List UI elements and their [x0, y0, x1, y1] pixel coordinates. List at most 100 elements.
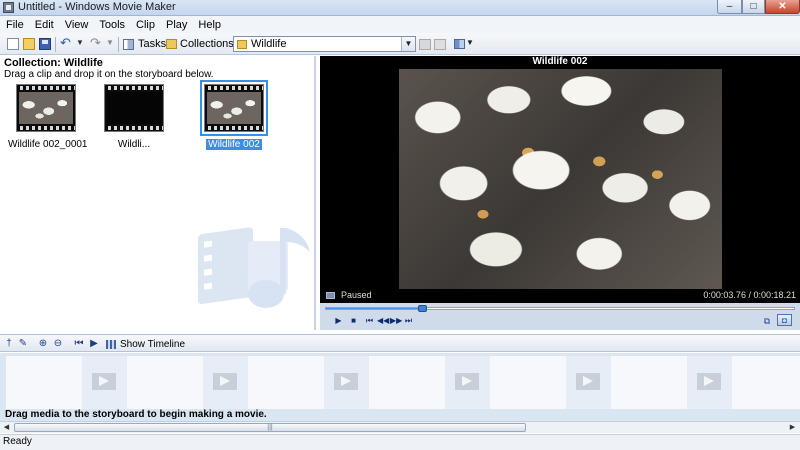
- play-icon[interactable]: ▶: [333, 316, 344, 326]
- narrate-timeline-icon[interactable]: †: [3, 338, 15, 350]
- menu-edit[interactable]: Edit: [35, 19, 54, 31]
- save-project-icon[interactable]: [39, 38, 51, 50]
- preview-monitor: Wildlife 002 Paused 0:00:03.76 / 0:00:18…: [320, 56, 800, 330]
- transition-arrow-icon: [213, 373, 237, 390]
- menu-help[interactable]: Help: [198, 19, 221, 31]
- collections-label: Collections: [180, 38, 234, 50]
- undo-dropdown-icon[interactable]: ▼: [76, 38, 84, 50]
- storyboard-slot[interactable]: [248, 356, 324, 409]
- collection-pane: Collection: Wildlife Drag a clip and dro…: [0, 56, 316, 330]
- views-dropdown-icon[interactable]: ▼: [466, 38, 474, 47]
- film-sprocket: [205, 86, 263, 90]
- clip-label[interactable]: Wildli...: [116, 139, 152, 150]
- transition-slot[interactable]: [566, 356, 611, 409]
- clip-thumbnail[interactable]: [104, 84, 164, 132]
- storyboard-hint: Drag media to the storyboard to begin ma…: [0, 409, 800, 421]
- menu-file[interactable]: File: [6, 19, 24, 31]
- video-screen: [320, 69, 800, 289]
- transition-arrow-icon: [92, 373, 116, 390]
- clip-thumbnail[interactable]: [200, 80, 268, 136]
- storyboard-slot[interactable]: [490, 356, 566, 409]
- menu-view[interactable]: View: [65, 19, 89, 31]
- undo-icon[interactable]: ↶: [60, 36, 74, 50]
- storyboard-slot[interactable]: [611, 356, 687, 409]
- movie-maker-app-icon[interactable]: [3, 2, 14, 13]
- show-timeline-label: Show Timeline: [120, 338, 186, 350]
- tasks-pane-icon: [123, 38, 134, 50]
- fast-forward-icon[interactable]: ▶▶: [390, 316, 402, 326]
- menu-clip[interactable]: Clip: [136, 19, 155, 31]
- next-frame-icon[interactable]: ⏭: [403, 316, 414, 326]
- title-bar: Untitled - Windows Movie Maker – □ ✕: [0, 0, 800, 16]
- maximize-button[interactable]: □: [742, 0, 765, 14]
- show-timeline-button[interactable]: Show Timeline: [106, 337, 185, 351]
- seek-bar[interactable]: [325, 305, 795, 312]
- minimize-button[interactable]: –: [717, 0, 742, 14]
- storyboard-slot[interactable]: [732, 356, 800, 409]
- chevron-down-icon[interactable]: ▼: [401, 37, 415, 51]
- collection-hint: Drag a clip and drop it on the storyboar…: [4, 69, 214, 80]
- rewind-icon[interactable]: ◀◀: [377, 316, 389, 326]
- playback-status-text: Paused: [341, 290, 372, 300]
- collection-select-value: Wildlife: [251, 38, 287, 50]
- new-project-icon[interactable]: [7, 38, 19, 50]
- transition-slot[interactable]: [203, 356, 248, 409]
- zoom-in-icon[interactable]: ⊕: [37, 338, 49, 350]
- timeline-icon: [106, 339, 116, 349]
- clip-thumbnail[interactable]: [16, 84, 76, 132]
- menu-tools[interactable]: Tools: [99, 19, 125, 31]
- storyboard-toolbar: † ✎ ⊕ ⊖ ⏮ ▶ Show Timeline: [0, 334, 800, 352]
- rewind-storyboard-icon[interactable]: ⏮: [73, 338, 85, 350]
- scrollbar-thumb[interactable]: |||: [14, 423, 526, 432]
- set-audio-levels-icon[interactable]: ✎: [17, 338, 29, 350]
- open-project-icon[interactable]: [23, 38, 35, 50]
- clip-item[interactable]: Wildli...: [94, 84, 174, 150]
- menu-play[interactable]: Play: [166, 19, 187, 31]
- seek-bar-handle[interactable]: [418, 305, 428, 312]
- views-icon[interactable]: [454, 39, 465, 49]
- clip-item[interactable]: Wildlife 002_0001: [6, 84, 88, 150]
- play-storyboard-icon[interactable]: ▶: [88, 338, 100, 350]
- window-title: Untitled - Windows Movie Maker: [18, 1, 176, 13]
- transition-slot[interactable]: [324, 356, 369, 409]
- clip-frame-image: [207, 92, 261, 124]
- film-sprocket: [17, 126, 75, 130]
- stop-icon[interactable]: ■: [348, 316, 359, 326]
- redo-icon[interactable]: ↷: [90, 36, 104, 50]
- storyboard-slot[interactable]: [369, 356, 445, 409]
- previous-frame-icon[interactable]: ⏮: [364, 316, 375, 326]
- storyboard-slot[interactable]: [6, 356, 82, 409]
- storyboard-slot[interactable]: [127, 356, 203, 409]
- storyboard[interactable]: [0, 353, 800, 409]
- close-button[interactable]: ✕: [765, 0, 800, 14]
- film-sprocket: [105, 126, 163, 130]
- transition-arrow-icon: [697, 373, 721, 390]
- video-frame-image: [399, 69, 722, 289]
- scroll-left-icon[interactable]: ◀: [1, 423, 12, 433]
- scroll-right-icon[interactable]: ▶: [787, 423, 798, 433]
- film-sprocket: [17, 86, 75, 90]
- folder-icon: [237, 39, 247, 49]
- seek-bar-fill: [326, 308, 423, 309]
- take-picture-icon[interactable]: ◘: [777, 314, 792, 326]
- storyboard-scrollbar[interactable]: ◀ ||| ▶: [0, 421, 800, 433]
- clip-item-selected[interactable]: Wildlife 002: [194, 80, 274, 150]
- menu-bar: File Edit View Tools Clip Play Help: [0, 16, 800, 33]
- redo-dropdown-icon[interactable]: ▼: [106, 38, 114, 50]
- new-collection-folder-icon[interactable]: [434, 39, 446, 50]
- collection-select[interactable]: Wildlife ▼: [233, 36, 416, 52]
- tasks-button[interactable]: Tasks: [123, 36, 166, 52]
- collections-button[interactable]: Collections: [166, 36, 234, 52]
- up-one-level-icon[interactable]: [419, 39, 431, 50]
- tasks-label: Tasks: [138, 38, 167, 50]
- split-clip-icon[interactable]: ⧉: [761, 316, 773, 326]
- paused-status-icon: [326, 292, 335, 299]
- transition-slot[interactable]: [445, 356, 490, 409]
- film-music-watermark-icon: [198, 227, 310, 308]
- transition-slot[interactable]: [82, 356, 127, 409]
- clip-label[interactable]: Wildlife 002_0001: [6, 139, 90, 150]
- transition-slot[interactable]: [687, 356, 732, 409]
- clip-label[interactable]: Wildlife 002: [206, 139, 262, 150]
- zoom-out-icon[interactable]: ⊖: [52, 338, 64, 350]
- clip-frame-image: [107, 92, 161, 124]
